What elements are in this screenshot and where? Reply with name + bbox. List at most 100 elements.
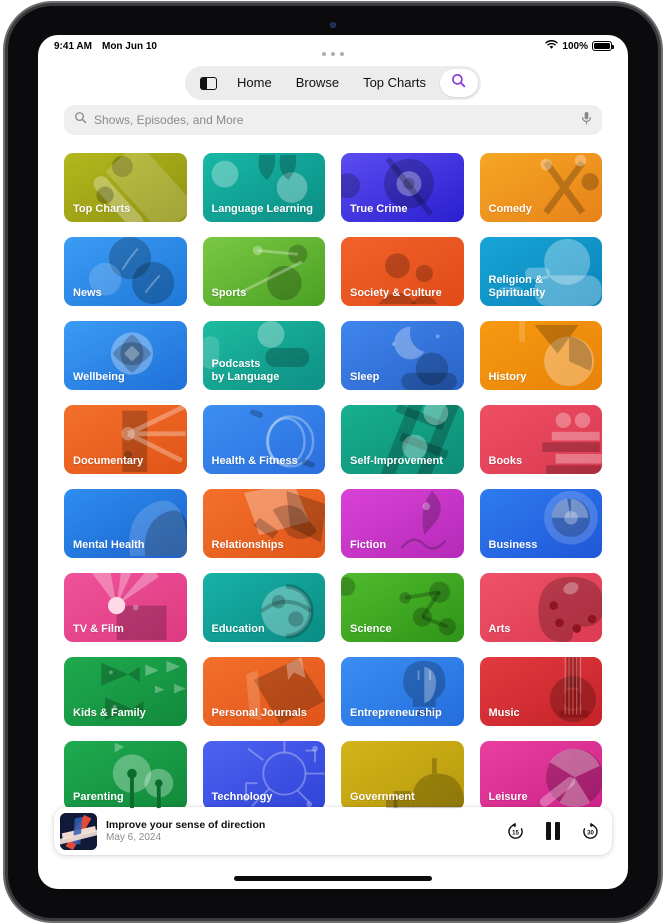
category-tile-label: Mental Health	[73, 538, 145, 551]
category-tile-label: Religion & Spirituality	[488, 274, 546, 299]
category-tile-label: Arts	[488, 622, 511, 635]
category-tile[interactable]: Wellbeing	[64, 321, 187, 390]
category-tile[interactable]: Podcasts by Language	[202, 321, 325, 390]
category-tile[interactable]: Entrepreneurship	[341, 657, 464, 726]
category-tile-label: Business	[488, 538, 538, 551]
category-tile[interactable]: Parenting	[64, 741, 187, 810]
category-tile-label: True Crime	[350, 202, 408, 215]
now-playing-wrap: Improve your sense of direction May 6, 2…	[38, 807, 628, 855]
category-tile-label: Society & Culture	[350, 286, 442, 299]
category-tile[interactable]: Kids & Family	[64, 657, 187, 726]
category-tile-label: Language Learning	[211, 202, 313, 215]
category-tile[interactable]: Health & Fitness	[202, 405, 325, 474]
search-icon	[451, 73, 466, 93]
category-tile[interactable]: Documentary	[64, 405, 187, 474]
category-tile[interactable]: Comedy	[479, 153, 602, 222]
status-date: Mon Jun 10	[101, 40, 157, 52]
category-tile-label: Personal Journals	[211, 706, 307, 719]
category-tile[interactable]: Arts	[479, 573, 602, 642]
category-tile[interactable]: Sports	[202, 237, 325, 306]
category-tile-label: Kids & Family	[73, 706, 146, 719]
category-tile[interactable]: Self-Improvement	[341, 405, 464, 474]
category-tile-label: Comedy	[488, 202, 532, 215]
category-tile[interactable]: Books	[479, 405, 602, 474]
category-tile-label: Technology	[211, 790, 273, 803]
svg-text:30: 30	[587, 829, 594, 836]
tab-browse[interactable]: Browse	[286, 69, 349, 97]
category-tile-label: Relationships	[211, 538, 284, 551]
category-tile[interactable]: History	[479, 321, 602, 390]
category-tile-label: News	[73, 286, 102, 299]
category-tile-label: History	[488, 370, 527, 383]
category-tile-label: Fiction	[350, 538, 387, 551]
now-playing-meta: Improve your sense of direction May 6, 2…	[106, 819, 497, 843]
microphone-icon[interactable]	[581, 111, 592, 130]
search-icon	[74, 111, 87, 129]
category-tile[interactable]: Society & Culture	[341, 237, 464, 306]
category-tile-label: Top Charts	[73, 202, 131, 215]
category-tile[interactable]: Sleep	[341, 321, 464, 390]
search-row: Shows, Episodes, and More	[38, 105, 628, 135]
sidebar-toggle-icon[interactable]	[193, 69, 223, 97]
category-grid: Top Charts Language Learning True Crime Com…	[38, 153, 628, 810]
category-tile[interactable]: Religion & Spirituality	[479, 237, 602, 306]
tab-home[interactable]: Home	[227, 69, 282, 97]
category-tile-label: Sleep	[350, 370, 380, 383]
category-tile-label: Education	[211, 622, 265, 635]
category-tile[interactable]: True Crime	[341, 153, 464, 222]
category-tile[interactable]: Science	[341, 573, 464, 642]
search-placeholder-text: Shows, Episodes, and More	[94, 113, 244, 127]
category-tile[interactable]: Leisure	[479, 741, 602, 810]
category-tile-label: Science	[350, 622, 392, 635]
category-tile-label: Music	[488, 706, 520, 719]
svg-text:15: 15	[512, 829, 519, 836]
episode-artwork	[60, 812, 97, 850]
category-tile-label: Podcasts by Language	[211, 358, 280, 383]
category-tile[interactable]: Mental Health	[64, 489, 187, 558]
category-tile-label: Self-Improvement	[350, 454, 443, 467]
category-tile[interactable]: Fiction	[341, 489, 464, 558]
player-controls: 15 30	[506, 822, 600, 841]
category-tile-label: TV & Film	[73, 622, 124, 635]
battery-full-icon	[592, 41, 614, 51]
category-tile-label: Government	[350, 790, 415, 803]
category-tile-label: Books	[488, 454, 523, 467]
category-tile-label: Health & Fitness	[211, 454, 298, 467]
episode-title: Improve your sense of direction	[106, 819, 266, 831]
home-indicator[interactable]	[234, 876, 432, 881]
battery-percent-label: 100%	[562, 40, 588, 52]
category-tile[interactable]: Education	[202, 573, 325, 642]
navigation-bar: Home Browse Top Charts	[38, 63, 628, 103]
category-tile-label: Entrepreneurship	[350, 706, 442, 719]
category-tile-label: Documentary	[73, 454, 144, 467]
category-tile-label: Wellbeing	[73, 370, 125, 383]
category-tile-label: Parenting	[73, 790, 124, 803]
search-button[interactable]	[439, 69, 478, 97]
category-tile[interactable]: News	[64, 237, 187, 306]
category-tile[interactable]: Relationships	[202, 489, 325, 558]
episode-date: May 6, 2024	[106, 832, 162, 843]
category-tile[interactable]: Language Learning	[202, 153, 325, 222]
skip-forward-30-icon[interactable]: 30	[581, 822, 600, 841]
wifi-icon	[545, 39, 559, 53]
now-playing-bar[interactable]: Improve your sense of direction May 6, 2…	[54, 807, 612, 855]
category-tile-label: Sports	[211, 286, 247, 299]
multitasking-control[interactable]	[322, 52, 344, 56]
category-tile-label: Leisure	[488, 790, 528, 803]
status-bar-left: 9:41 AM Mon Jun 10	[54, 41, 157, 52]
tab-top-charts[interactable]: Top Charts	[353, 69, 436, 97]
skip-back-15-icon[interactable]: 15	[506, 822, 525, 841]
nav-pill: Home Browse Top Charts	[185, 66, 481, 100]
ipad-device-frame: 9:41 AM Mon Jun 10 100% Home Browse Top …	[8, 6, 658, 918]
category-tile[interactable]: Technology	[202, 741, 325, 810]
category-tile[interactable]: Top Charts	[64, 153, 187, 222]
category-tile[interactable]: TV & Film	[64, 573, 187, 642]
category-tile[interactable]: Government	[341, 741, 464, 810]
category-tile[interactable]: Business	[479, 489, 602, 558]
pause-button[interactable]	[546, 822, 560, 840]
status-time: 9:41 AM	[54, 40, 92, 52]
category-tile[interactable]: Personal Journals	[202, 657, 325, 726]
front-camera-icon	[330, 22, 336, 28]
search-input[interactable]: Shows, Episodes, and More	[64, 105, 602, 135]
category-tile[interactable]: Music	[479, 657, 602, 726]
